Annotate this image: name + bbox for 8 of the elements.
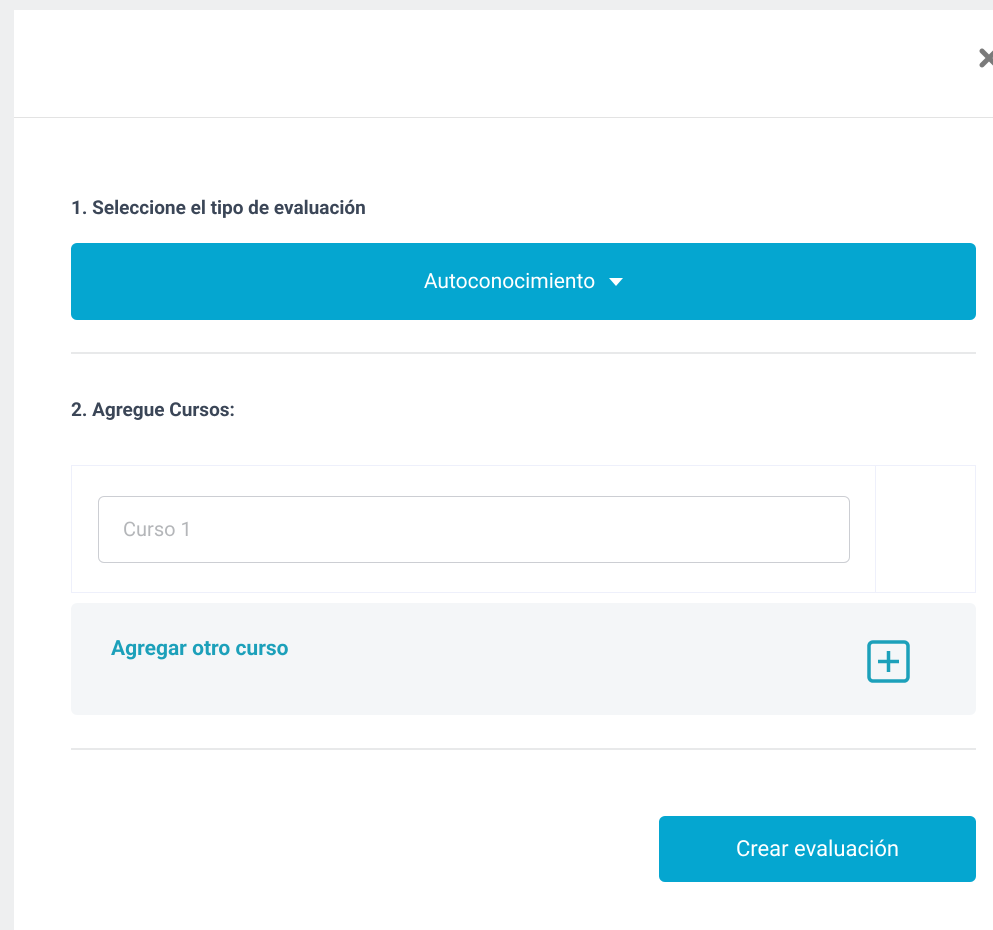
add-icon[interactable]	[867, 640, 910, 683]
caret-icon	[609, 278, 624, 286]
add-course-link[interactable]: Agregar otro curso	[111, 637, 289, 661]
step-label: 1. Seleccione el tipo de evaluación	[71, 195, 367, 219]
course-input-field[interactable]: Curso 1	[98, 496, 850, 562]
evaluation-type-dropdown[interactable]: Autoconocimiento	[71, 243, 976, 320]
create-evaluation-button[interactable]: Crear evaluación	[659, 816, 976, 882]
step-label: 2. Agregue Cursos:	[71, 398, 236, 421]
